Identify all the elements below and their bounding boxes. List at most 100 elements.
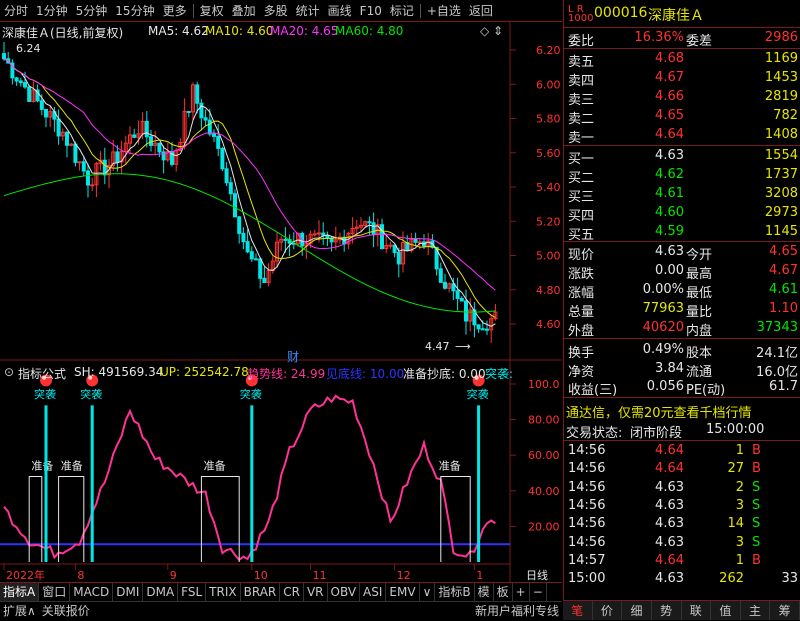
- new-user-welfare-link[interactable]: 新用户福利专线: [472, 602, 562, 620]
- indicator-name[interactable]: 指标公式: [18, 365, 66, 382]
- indicator-tab-10[interactable]: OBV: [328, 583, 361, 601]
- sells-row[interactable]: 卖五 4.68 1169: [564, 50, 800, 70]
- panel-nav-1[interactable]: 价: [593, 601, 623, 620]
- chart-canvas[interactable]: 6.20 6.00 5.80 5.60 5.40 5.20 5.00 4.80 4.60 100.…: [0, 22, 562, 582]
- indicator-tab-3[interactable]: DMI: [113, 583, 144, 601]
- panel-nav-3[interactable]: 势: [652, 601, 682, 620]
- tick-volume: 14: [727, 516, 744, 532]
- quote-panel: L R 1000 000016 深康佳Ａ 委比 16.36% 委差 2986 卖五…: [563, 0, 800, 620]
- indicator-tab-6[interactable]: TRIX: [206, 583, 241, 601]
- toolbar-item-2[interactable]: 5分钟: [72, 0, 112, 22]
- stat-row: 现价 4.63 今开 4.65: [564, 243, 800, 263]
- sells-row[interactable]: 卖二 4.65 782: [564, 107, 800, 127]
- candle-body: [388, 244, 393, 247]
- indicator-tab-7[interactable]: BRAR: [241, 583, 281, 601]
- sells-row[interactable]: 卖一 4.64 1408: [564, 126, 800, 146]
- panel-nav-2[interactable]: 细: [622, 601, 652, 620]
- toolbar-item-3[interactable]: 15分钟: [111, 0, 158, 22]
- promo-banner[interactable]: 通达信，仅需20元查看千档行情: [564, 401, 800, 421]
- stat-label: 总量: [568, 305, 595, 320]
- tick-price: 4.63: [655, 479, 684, 495]
- stat-value: 0.49%: [642, 342, 684, 357]
- toolbar-item-4[interactable]: 更多: [159, 0, 191, 22]
- indicator-tab-5[interactable]: FSL: [178, 583, 207, 601]
- panel-nav-0[interactable]: 笔: [563, 601, 593, 620]
- panel-nav-6[interactable]: 主: [741, 601, 771, 620]
- candle-body: [132, 134, 137, 138]
- stat-value: 4.65: [769, 244, 798, 259]
- indicator-tab-2[interactable]: MACD: [70, 583, 114, 601]
- buys-row[interactable]: 买三 4.61 3208: [564, 185, 800, 205]
- panel-nav: 笔价细势联值主筹: [563, 600, 800, 620]
- tick-time: 14:56: [568, 516, 606, 532]
- indicator-tab-11[interactable]: ASI: [360, 583, 387, 601]
- toolbar-item-8[interactable]: 统计: [292, 0, 324, 22]
- stat2-row: 收益(三) 0.056 PE(动) 61.7: [564, 378, 800, 398]
- indicator-tab-8[interactable]: CR: [280, 583, 304, 601]
- indicator-tab-4[interactable]: DMA: [143, 583, 179, 601]
- indicator-tab-12[interactable]: EMV: [386, 583, 420, 601]
- indicator-tab-14[interactable]: 指标B: [435, 583, 475, 601]
- candle-body: [455, 290, 460, 299]
- toolbar-item-13[interactable]: 返回: [465, 0, 497, 22]
- trade-time: 15:00:00: [706, 422, 765, 437]
- prep-signal-block: [440, 476, 471, 562]
- toolbar-item-6[interactable]: 叠加: [228, 0, 260, 22]
- toolbar-item-5[interactable]: 复权: [196, 0, 228, 22]
- candle-body: [56, 118, 61, 137]
- indicator-tab-18[interactable]: −: [530, 583, 547, 601]
- kline-chart-area[interactable]: 6.20 6.00 5.80 5.60 5.40 5.20 5.00 4.80 4.60 100.…: [0, 22, 562, 582]
- sells-label: 卖一: [568, 131, 595, 146]
- buys-row[interactable]: 买二 4.62 1737: [564, 166, 800, 186]
- indicator-tab-17[interactable]: +: [513, 583, 530, 601]
- indicator-collapse-icon[interactable]: ⊙: [4, 365, 14, 379]
- candle-body: [317, 232, 321, 235]
- toolbar-item-0[interactable]: 分时: [0, 0, 32, 22]
- indicator-tab-16[interactable]: 板: [494, 583, 513, 601]
- sells-label: 卖五: [568, 55, 595, 70]
- financial-report-marker[interactable]: 财: [287, 348, 299, 365]
- promo-text[interactable]: 通达信，仅需20元查看千档行情: [566, 402, 752, 421]
- stat-label: 换手: [568, 346, 595, 361]
- sells-row[interactable]: 卖三 4.66 2819: [564, 88, 800, 108]
- prep-signal-block: [28, 476, 43, 562]
- indicator-tab-13[interactable]: ∨: [420, 583, 436, 601]
- stat-label: 量比: [686, 305, 713, 320]
- toolbar-item-12[interactable]: +自选: [423, 0, 465, 22]
- indicator-tab-0[interactable]: 指标A: [0, 583, 40, 601]
- related-quotes-tab[interactable]: 关联报价: [39, 602, 93, 620]
- indicator-sh: SH: 491569.34: [74, 365, 164, 379]
- toolbar-item-10[interactable]: F10: [356, 0, 386, 22]
- sells-row[interactable]: 卖四 4.67 1453: [564, 69, 800, 89]
- extension-toggle[interactable]: 扩展∧: [0, 602, 39, 620]
- buys-row[interactable]: 买五 4.59 1145: [564, 223, 800, 243]
- panel-nav-4[interactable]: 联: [682, 601, 712, 620]
- tick-row: 14:56 4.63 14 S: [564, 515, 800, 534]
- sells-volume: 2819: [764, 89, 798, 104]
- price-tick-label: 5.60: [536, 147, 561, 160]
- indicator-tab-1[interactable]: 窗口: [39, 583, 71, 601]
- candle-body: [186, 110, 191, 113]
- indicator-tab-15[interactable]: 模: [475, 583, 494, 601]
- prep-signal-label: 准备: [439, 458, 461, 472]
- toolbar-item-11[interactable]: 标记: [386, 0, 418, 22]
- tick-price: 4.63: [655, 571, 684, 587]
- candle-body: [115, 151, 120, 163]
- tick-price: 4.64: [655, 552, 684, 568]
- weibi-label: 委比: [568, 34, 595, 49]
- toolbar-item-9[interactable]: 画线: [324, 0, 356, 22]
- stat-label: 最低: [686, 286, 713, 301]
- weibi-row: 委比 16.36% 委差 2986: [564, 29, 800, 49]
- panel-nav-7[interactable]: 筹: [770, 601, 800, 620]
- x-tick-label: 2022年: [6, 568, 45, 582]
- buys-row[interactable]: 买一 4.63 1554: [564, 147, 800, 167]
- stat-row: 涨幅 0.00% 最低 4.61: [564, 281, 800, 301]
- prep-signal-block: [200, 476, 240, 562]
- toolbar-item-1[interactable]: 1分钟: [32, 0, 72, 22]
- buys-row[interactable]: 买四 4.60 2973: [564, 204, 800, 224]
- sells-price: 4.64: [655, 127, 684, 142]
- toolbar-item-7[interactable]: 多股: [260, 0, 292, 22]
- indicator-tab-9[interactable]: VR: [304, 583, 328, 601]
- chart-zoom-icon[interactable]: ◇ ⇕: [480, 24, 503, 38]
- panel-nav-5[interactable]: 值: [711, 601, 741, 620]
